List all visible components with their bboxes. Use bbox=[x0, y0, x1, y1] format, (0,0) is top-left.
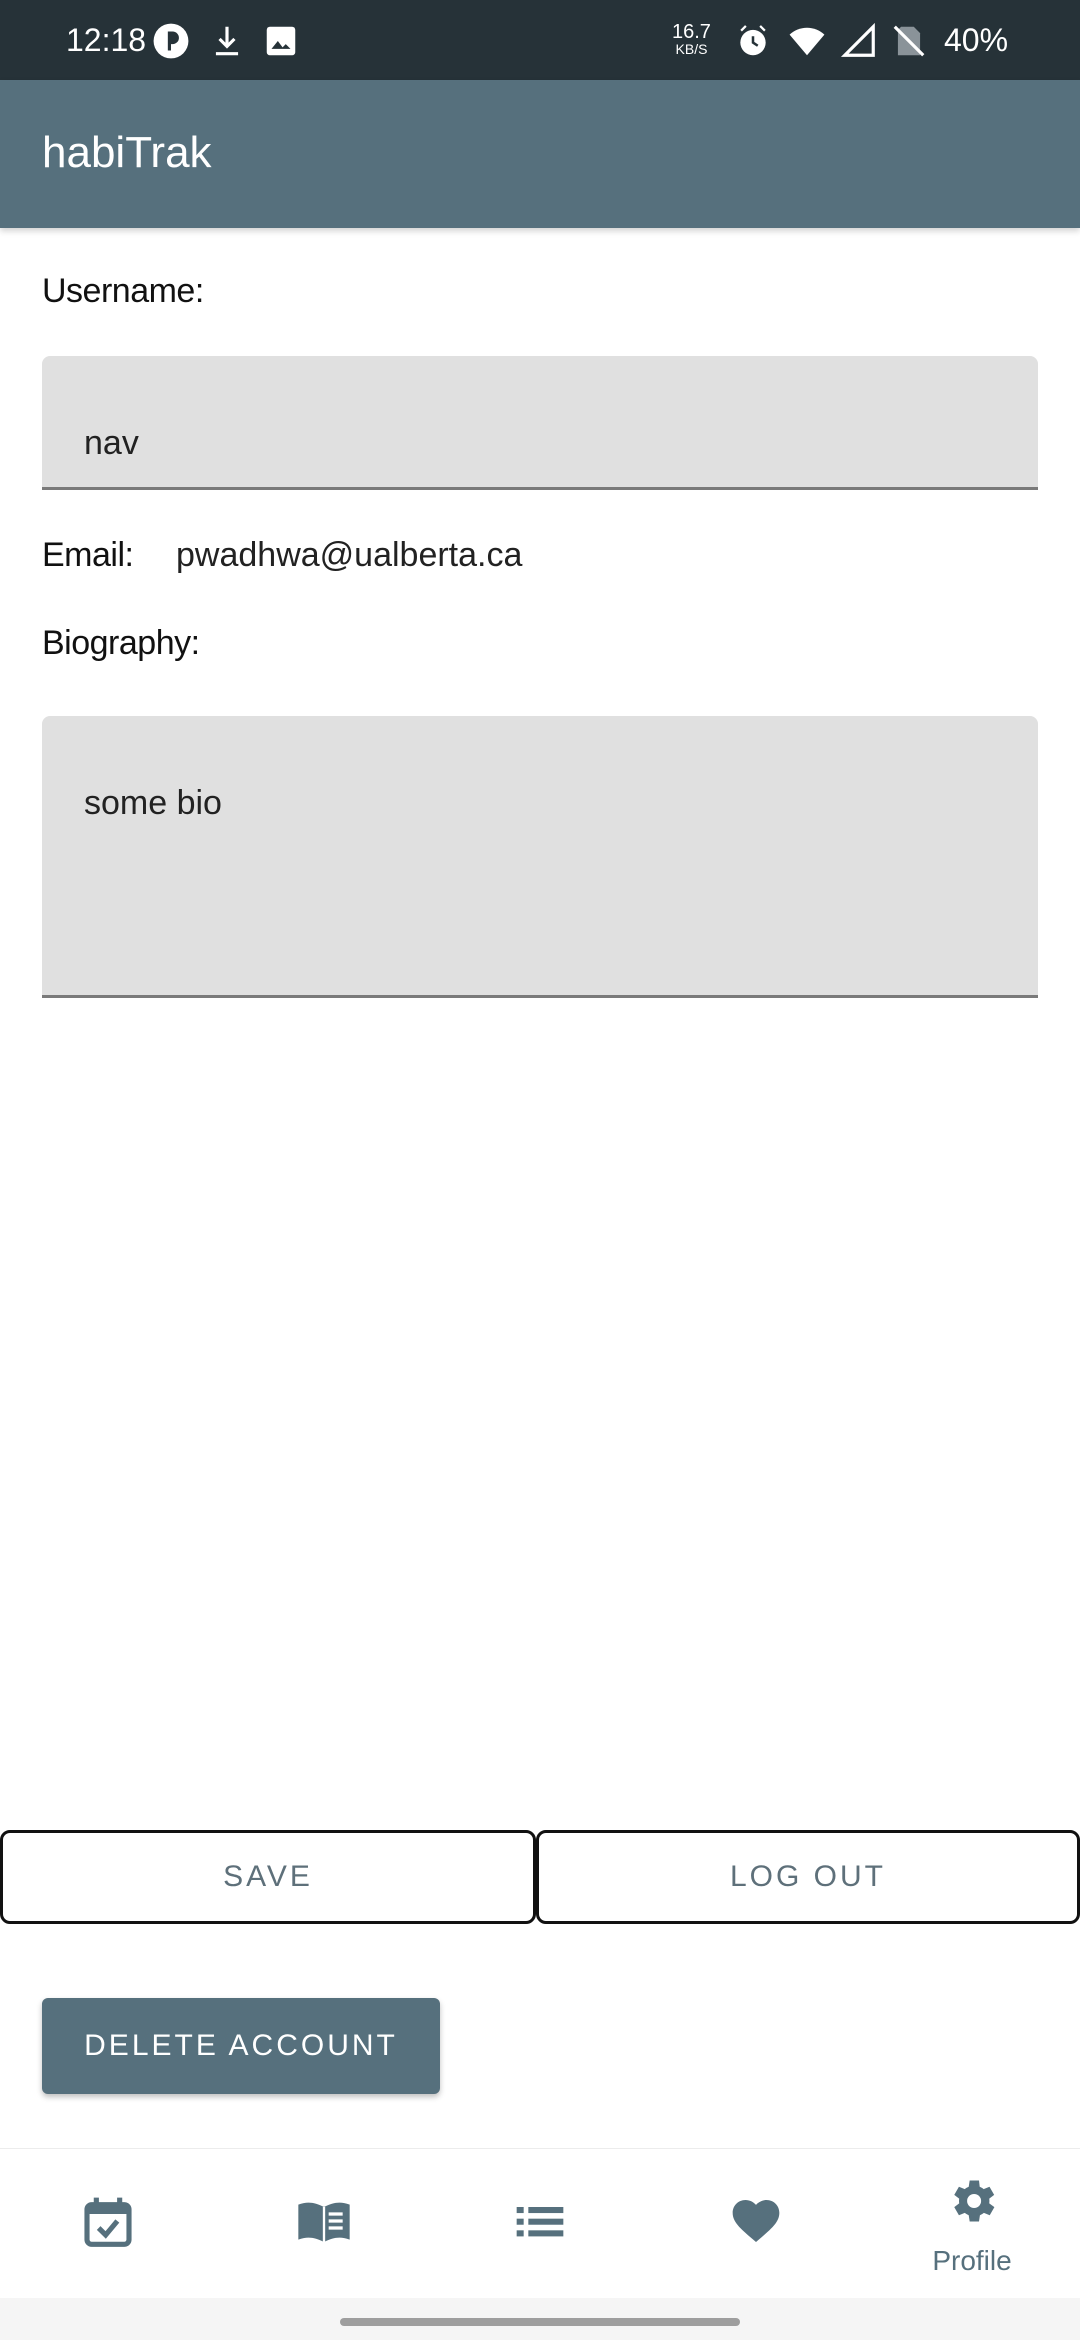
cell-signal-icon bbox=[840, 22, 875, 57]
app-bar: habiTrak bbox=[0, 80, 1080, 228]
gear-icon bbox=[954, 2180, 995, 2222]
heart-icon bbox=[732, 2200, 780, 2242]
list-icon bbox=[516, 2207, 564, 2237]
username-field[interactable]: nav bbox=[42, 356, 1038, 490]
delete-account-button[interactable]: DELETE ACCOUNT bbox=[42, 1998, 440, 2094]
app-title: habiTrak bbox=[42, 128, 212, 177]
nav-item-calendar[interactable] bbox=[0, 2149, 216, 2299]
app-notification-icon bbox=[153, 23, 189, 59]
nav-item-favorites[interactable] bbox=[648, 2149, 864, 2299]
status-time: 12:18 bbox=[66, 22, 147, 58]
biography-value: some bio bbox=[84, 784, 222, 822]
nav-label-profile: Profile bbox=[932, 2245, 1012, 2276]
save-button[interactable]: SAVE bbox=[0, 1830, 536, 1924]
download-icon bbox=[215, 26, 239, 56]
username-value: nav bbox=[84, 424, 139, 462]
wifi-icon bbox=[789, 27, 825, 56]
logout-button[interactable]: LOG OUT bbox=[536, 1830, 1080, 1924]
nav-item-list[interactable] bbox=[432, 2149, 648, 2299]
bottom-nav: Profile bbox=[0, 2148, 1080, 2299]
gesture-area bbox=[0, 2298, 1080, 2340]
username-label: Username: bbox=[42, 272, 204, 310]
nav-item-journal[interactable] bbox=[216, 2149, 432, 2299]
alarm-icon bbox=[740, 25, 766, 56]
network-speed: 16.7 KB/S bbox=[672, 21, 711, 58]
email-value: pwadhwa@ualberta.ca bbox=[176, 536, 523, 574]
image-icon bbox=[266, 26, 296, 56]
nav-item-profile[interactable]: Profile bbox=[864, 2149, 1080, 2299]
network-speed-value: 16.7 bbox=[672, 21, 711, 43]
no-sim-icon bbox=[893, 25, 925, 57]
battery-percent: 40% bbox=[944, 22, 1009, 58]
status-bar: 12:18 16.7 KB/S 40% bbox=[0, 0, 1080, 80]
home-gesture-bar[interactable] bbox=[340, 2318, 740, 2326]
network-speed-unit: KB/S bbox=[675, 41, 708, 57]
email-label: Email: bbox=[42, 536, 134, 574]
book-icon bbox=[298, 2202, 350, 2242]
biography-label: Biography: bbox=[42, 624, 200, 662]
calendar-check-icon bbox=[84, 2197, 132, 2247]
biography-field[interactable]: some bio bbox=[42, 716, 1038, 998]
